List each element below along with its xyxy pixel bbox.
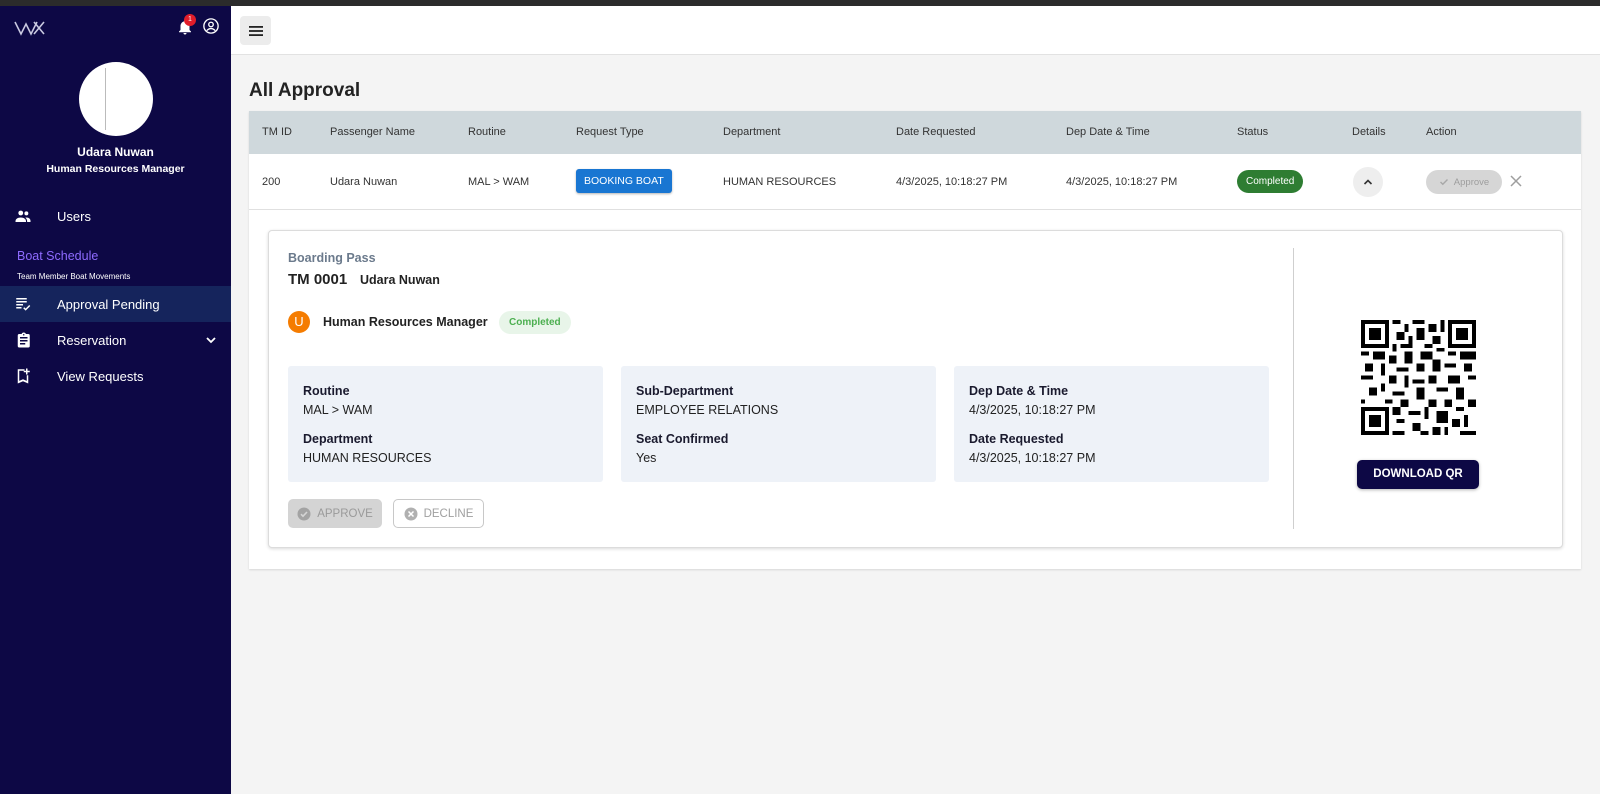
column-header: Status bbox=[1237, 126, 1269, 138]
avatar: U bbox=[288, 311, 310, 333]
column-header: Request Type bbox=[576, 126, 644, 138]
date-requested-value: 4/3/2025, 10:18:27 PM bbox=[969, 451, 1096, 465]
sidebar-item-approval-pending[interactable]: Approval Pending bbox=[0, 286, 231, 322]
top-app-bar bbox=[231, 6, 1600, 55]
table-row[interactable]: 200 Udara Nuwan MAL > WAM BOOKING BOAT H… bbox=[249, 154, 1581, 210]
column-header: Details bbox=[1352, 126, 1386, 138]
check-icon bbox=[1439, 179, 1448, 186]
boat-schedule-subtitle: Team Member Boat Movements bbox=[17, 272, 131, 281]
sidebar-item-label: Approval Pending bbox=[57, 296, 160, 312]
column-header: Dep Date & Time bbox=[1066, 126, 1150, 138]
card-divider bbox=[1293, 248, 1294, 529]
date-requested-label: Date Requested bbox=[969, 432, 1064, 446]
sidebar-item-view-requests[interactable]: View Requests bbox=[0, 358, 231, 394]
approval-list-icon bbox=[16, 298, 31, 311]
column-header: TM ID bbox=[262, 126, 292, 138]
status-badge: Completed bbox=[1237, 170, 1304, 193]
routine-label: Routine bbox=[303, 384, 350, 398]
request-type-chip: BOOKING BOAT bbox=[576, 169, 672, 193]
column-header: Passenger Name bbox=[330, 126, 415, 138]
cell-routine: MAL > WAM bbox=[468, 176, 530, 188]
routine-info-box: Routine MAL > WAM Department HUMAN RESOU… bbox=[288, 366, 603, 482]
subdepartment-label: Sub-Department bbox=[636, 384, 734, 398]
dep-datetime-value: 4/3/2025, 10:18:27 PM bbox=[969, 403, 1096, 417]
qr-code-icon bbox=[1361, 320, 1476, 435]
tm-number: TM 0001 bbox=[288, 271, 348, 288]
sidebar-item-reservation[interactable]: Reservation bbox=[0, 322, 231, 358]
decline-button[interactable]: DECLINE bbox=[393, 499, 484, 528]
column-header: Action bbox=[1426, 126, 1457, 138]
cell-date-requested: 4/3/2025, 10:18:27 PM bbox=[896, 176, 1008, 188]
department-label: Department bbox=[303, 432, 373, 446]
table-header: TM ID Passenger Name Routine Request Typ… bbox=[249, 111, 1581, 154]
sidebar-item-label: Users bbox=[57, 208, 91, 224]
bookmark-add-icon bbox=[17, 368, 30, 384]
sidebar-item-label: Reservation bbox=[57, 332, 127, 348]
dates-info-box: Dep Date & Time 4/3/2025, 10:18:27 PM Da… bbox=[954, 366, 1269, 482]
seat-confirmed-label: Seat Confirmed bbox=[636, 432, 729, 446]
department-value: HUMAN RESOURCES bbox=[303, 451, 432, 465]
column-header: Department bbox=[723, 126, 781, 138]
passenger-name: Udara Nuwan bbox=[360, 273, 440, 287]
row-approve-label: Approve bbox=[1453, 176, 1490, 188]
passenger-role: Human Resources Manager bbox=[323, 315, 488, 329]
download-qr-button[interactable]: DOWNLOAD QR bbox=[1357, 460, 1479, 489]
dep-datetime-label: Dep Date & Time bbox=[969, 384, 1069, 398]
column-header: Routine bbox=[468, 126, 506, 138]
boarding-pass-label: Boarding Pass bbox=[288, 251, 376, 265]
chevron-down-icon[interactable] bbox=[205, 334, 217, 346]
cell-tm-id: 200 bbox=[262, 176, 281, 188]
collapse-details-button[interactable] bbox=[1353, 167, 1383, 197]
hamburger-menu-icon bbox=[248, 25, 263, 36]
status-badge: Completed bbox=[499, 311, 571, 334]
row-approve-button[interactable]: Approve bbox=[1426, 170, 1502, 194]
routine-value: MAL > WAM bbox=[303, 403, 373, 417]
app-logo-icon[interactable] bbox=[14, 18, 46, 38]
decline-label: DECLINE bbox=[423, 507, 474, 520]
subdepartment-info-box: Sub-Department EMPLOYEE RELATIONS Seat C… bbox=[621, 366, 936, 482]
cell-department: HUMAN RESOURCES bbox=[723, 176, 837, 188]
chevron-up-icon bbox=[1363, 179, 1373, 185]
cell-passenger: Udara Nuwan bbox=[330, 176, 398, 188]
approve-label: APPROVE bbox=[317, 507, 373, 520]
users-icon bbox=[15, 210, 31, 222]
clipboard-icon bbox=[17, 332, 30, 348]
sidebar-item-users[interactable]: Users bbox=[0, 198, 231, 234]
user-name: Udara Nuwan bbox=[77, 145, 154, 159]
approval-table: TM ID Passenger Name Routine Request Typ… bbox=[249, 111, 1581, 569]
close-icon[interactable] bbox=[1509, 174, 1523, 188]
approve-button[interactable]: APPROVE bbox=[288, 499, 382, 528]
account-circle-icon[interactable] bbox=[202, 17, 220, 35]
page-title: All Approval bbox=[249, 80, 361, 101]
menu-toggle-button[interactable] bbox=[240, 16, 271, 45]
boat-schedule-link[interactable]: Boat Schedule bbox=[17, 249, 98, 263]
notification-badge: 1 bbox=[184, 14, 196, 26]
profile-avatar bbox=[79, 62, 153, 136]
column-header: Date Requested bbox=[896, 126, 976, 138]
cell-dep-datetime: 4/3/2025, 10:18:27 PM bbox=[1066, 176, 1178, 188]
sidebar-item-label: View Requests bbox=[57, 368, 144, 384]
check-circle-icon bbox=[297, 507, 311, 520]
user-role: Human Resources Manager bbox=[46, 163, 185, 175]
boarding-pass-card: Boarding Pass TM 0001 Udara Nuwan U Huma… bbox=[268, 230, 1563, 548]
subdepartment-value: EMPLOYEE RELATIONS bbox=[636, 403, 779, 417]
seat-confirmed-value: Yes bbox=[636, 451, 657, 465]
sidebar: 1 Udara Nuwan Human Resources Manager Us… bbox=[0, 6, 231, 794]
cancel-circle-icon bbox=[404, 507, 418, 520]
